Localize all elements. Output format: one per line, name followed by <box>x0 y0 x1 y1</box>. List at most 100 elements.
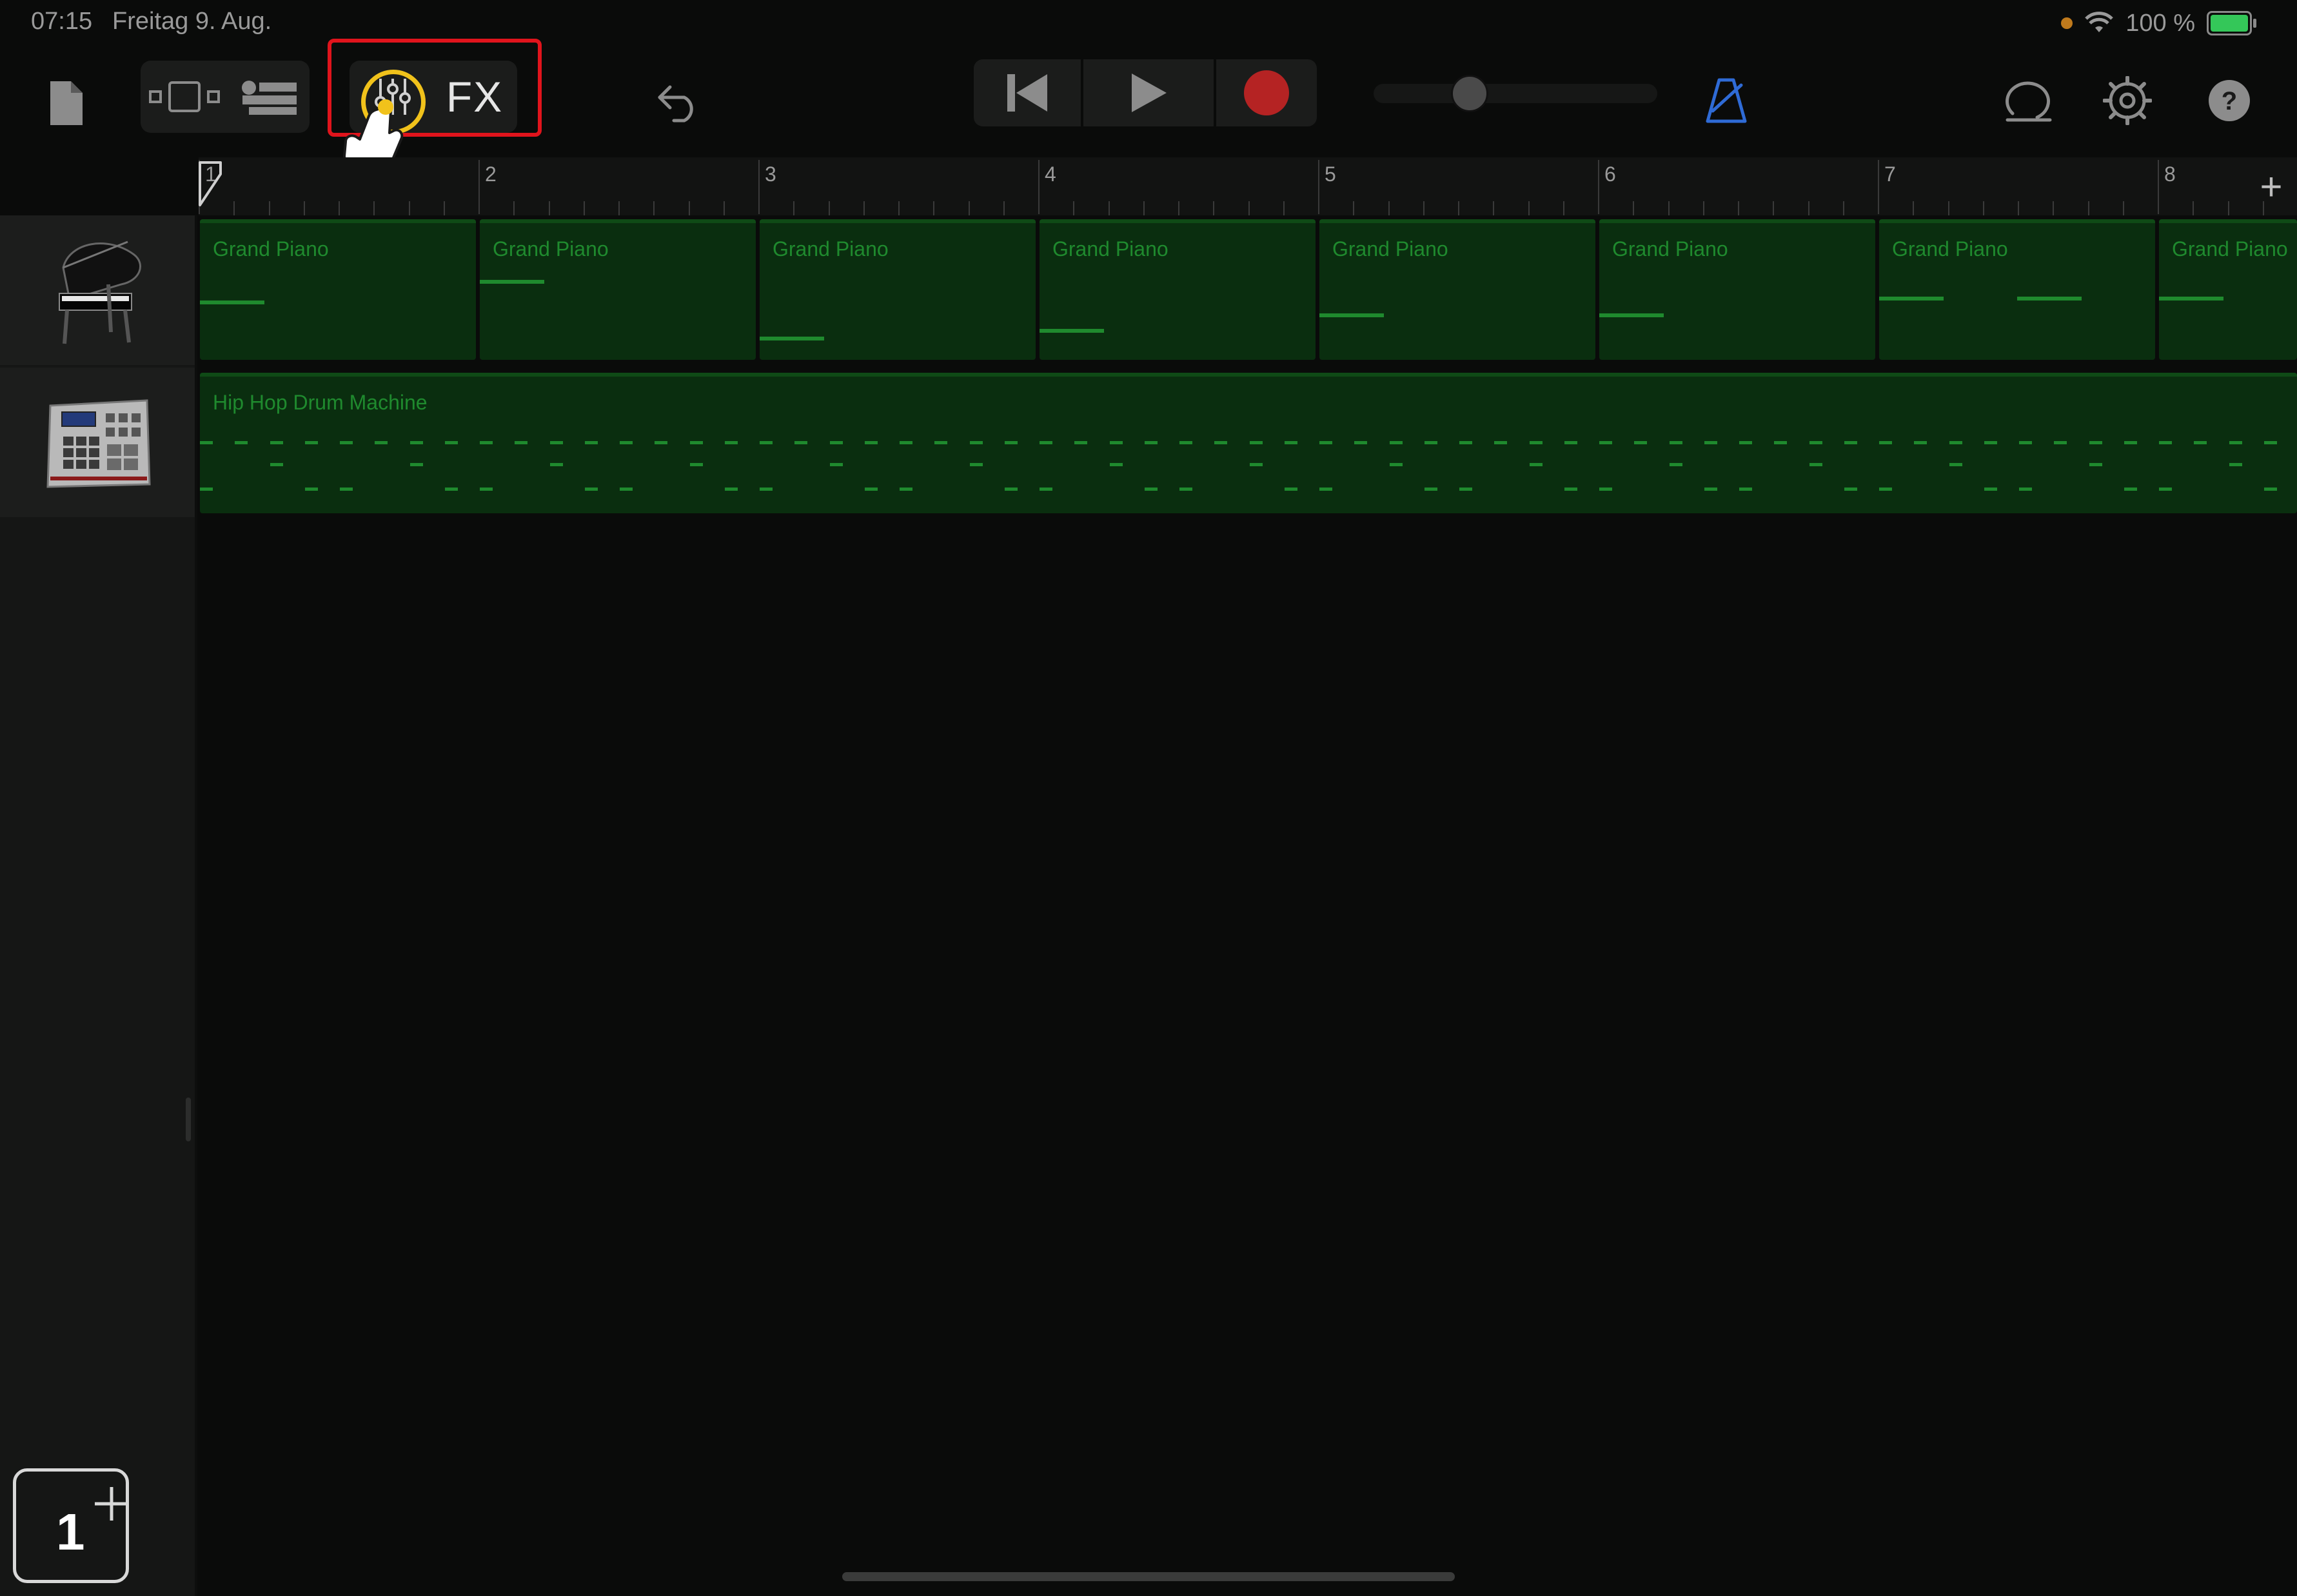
ruler-tick <box>1738 201 1739 215</box>
master-volume-slider[interactable] <box>1374 84 1657 103</box>
add-section-button[interactable]: + <box>2245 157 2297 215</box>
drum-hit <box>1704 488 1717 491</box>
drum-hit <box>1074 441 1088 444</box>
piano-region[interactable]: Grand Piano <box>480 219 756 360</box>
ruler-tick <box>653 201 655 215</box>
drum-hit <box>2229 463 2242 466</box>
drum-hit <box>1774 441 1788 444</box>
drum-hit <box>1144 441 1158 444</box>
drum-hit <box>1249 441 1263 444</box>
drum-hit <box>1949 463 1962 466</box>
ruler-tick <box>2227 201 2229 215</box>
ruler-tick <box>583 201 585 215</box>
settings-button[interactable] <box>2098 67 2156 134</box>
undo-icon <box>658 85 693 123</box>
track-headers <box>0 215 197 1596</box>
play-button[interactable] <box>1083 59 1214 126</box>
home-indicator <box>842 1572 1455 1581</box>
drum-hit <box>1529 463 1543 466</box>
drum-hit <box>1354 441 1368 444</box>
drum-hit <box>2124 488 2137 491</box>
drum-hit <box>1249 463 1263 466</box>
drum-hit <box>1599 441 1612 444</box>
piano-region[interactable]: Grand Piano <box>2159 219 2297 360</box>
view-toggle-icon <box>149 81 220 112</box>
midi-note <box>2159 297 2223 300</box>
track-controls-button[interactable] <box>231 61 308 133</box>
drum-hit <box>1704 441 1717 444</box>
ruler-tick <box>1842 201 1844 215</box>
help-button[interactable]: ? <box>2200 67 2258 134</box>
loop-browser-button[interactable] <box>1999 67 2057 134</box>
drum-hit <box>829 441 843 444</box>
ruler-tick <box>2087 201 2089 215</box>
drum-hit <box>304 441 318 444</box>
go-to-beginning-button[interactable] <box>974 59 1081 126</box>
track-count-button[interactable]: 1 <box>13 1468 129 1583</box>
track-header-hip-hop-drum-machine[interactable] <box>0 368 197 517</box>
piano-region[interactable]: Grand Piano <box>1040 219 1316 360</box>
record-button[interactable] <box>1216 59 1317 126</box>
region-label: Grand Piano <box>1612 237 1728 261</box>
ruler-tick <box>723 201 725 215</box>
drum-hit <box>235 441 248 444</box>
piano-region[interactable]: Grand Piano <box>760 219 1036 360</box>
drum-hit <box>1949 441 1962 444</box>
drum-hit <box>549 441 563 444</box>
piano-region[interactable]: Grand Piano <box>200 219 476 360</box>
ruler-tick <box>933 201 935 215</box>
drum-hit <box>1879 488 1892 491</box>
drum-hit <box>1739 488 1752 491</box>
status-time: 07:15 <box>31 8 93 35</box>
track-header-grand-piano[interactable] <box>0 215 197 365</box>
ruler-tick <box>1423 201 1425 215</box>
metronome-icon <box>1706 78 1747 123</box>
piano-region[interactable]: Grand Piano <box>1879 219 2155 360</box>
ruler-tick <box>1388 201 1390 215</box>
drum-hit <box>1214 441 1228 444</box>
drum-hit <box>969 441 983 444</box>
header-resize-handle[interactable] <box>186 1098 191 1141</box>
drum-hit <box>1494 441 1508 444</box>
ruler-tick <box>1947 201 1949 215</box>
drum-hit <box>444 441 458 444</box>
drum-hit <box>2263 488 2277 491</box>
piano-region[interactable]: Grand Piano <box>1599 219 1875 360</box>
view-toggle-button[interactable] <box>144 61 224 133</box>
ruler-tick <box>1458 201 1459 215</box>
recording-indicator-icon <box>2061 17 2073 29</box>
ruler-tick <box>548 201 550 215</box>
drum-hit <box>1004 441 1018 444</box>
region-label: Grand Piano <box>493 237 609 261</box>
undo-button[interactable] <box>645 67 712 139</box>
drum-hit <box>829 463 843 466</box>
drum-hit <box>620 488 633 491</box>
playhead-icon[interactable] <box>199 160 223 210</box>
tracks-area[interactable]: Grand Piano Grand Piano Grand Piano Grand P… <box>199 215 2297 1596</box>
drum-hit <box>1179 488 1192 491</box>
drum-hit <box>1529 441 1543 444</box>
drum-hit <box>724 488 738 491</box>
midi-note <box>2017 297 2082 300</box>
drum-hit <box>2194 441 2207 444</box>
my-songs-button[interactable] <box>40 67 92 139</box>
drum-hit <box>1459 488 1472 491</box>
piano-region[interactable]: Grand Piano <box>1319 219 1595 360</box>
midi-note <box>1040 329 1104 333</box>
ruler-tick <box>2018 201 2019 215</box>
drum-hit <box>724 441 738 444</box>
drum-hit <box>1564 441 1577 444</box>
drum-hit <box>1984 441 1997 444</box>
bar-number: 4 <box>1045 163 1056 186</box>
ruler-tick <box>408 201 410 215</box>
master-volume-knob[interactable] <box>1451 75 1488 112</box>
ruler-tick <box>1003 201 1005 215</box>
drum-hit <box>1424 441 1437 444</box>
metronome-button[interactable] <box>1697 67 1755 134</box>
ruler-tick <box>268 201 270 215</box>
drum-hit <box>1844 488 1857 491</box>
ruler-tick <box>1248 201 1250 215</box>
timeline-ruler[interactable]: + 12345678 <box>199 157 2297 215</box>
drum-region[interactable]: Hip Hop Drum Machine <box>200 373 2297 513</box>
drum-hit <box>200 488 213 491</box>
